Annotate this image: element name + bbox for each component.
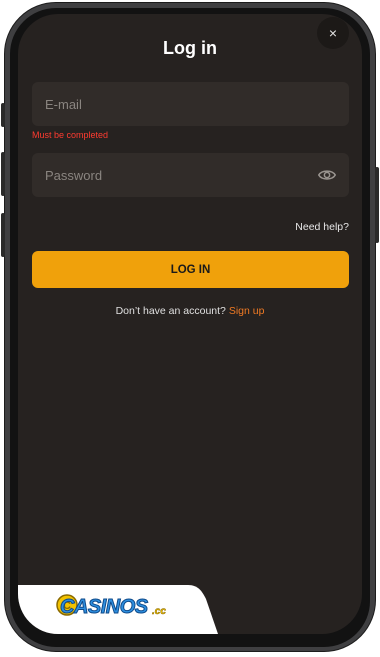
casinos-watermark: C CASINOS .cc: [18, 585, 218, 634]
watermark-tld: .cc: [152, 606, 166, 618]
email-input[interactable]: [45, 96, 295, 112]
need-help-link[interactable]: Need help?: [295, 221, 349, 233]
login-button[interactable]: LOG IN: [32, 251, 349, 288]
signup-prompt: Don’t have an account?: [115, 305, 226, 317]
dialog-title: Log in: [163, 38, 217, 58]
password-input[interactable]: [45, 167, 295, 183]
phone-side-button: [1, 213, 5, 257]
email-error-message: Must be completed: [32, 130, 109, 140]
password-field[interactable]: [32, 153, 349, 197]
signup-row: Don’t have an account? Sign up: [18, 305, 362, 317]
login-dialog: × Log in Must be completed Need help? LO…: [18, 14, 362, 634]
watermark-text: CASINOS: [60, 596, 149, 619]
email-field[interactable]: [32, 82, 349, 126]
phone-side-button: [1, 152, 5, 196]
eye-icon[interactable]: [318, 167, 336, 183]
phone-side-button: [1, 103, 5, 127]
signup-link[interactable]: Sign up: [229, 305, 265, 317]
phone-power-button: [375, 167, 379, 243]
